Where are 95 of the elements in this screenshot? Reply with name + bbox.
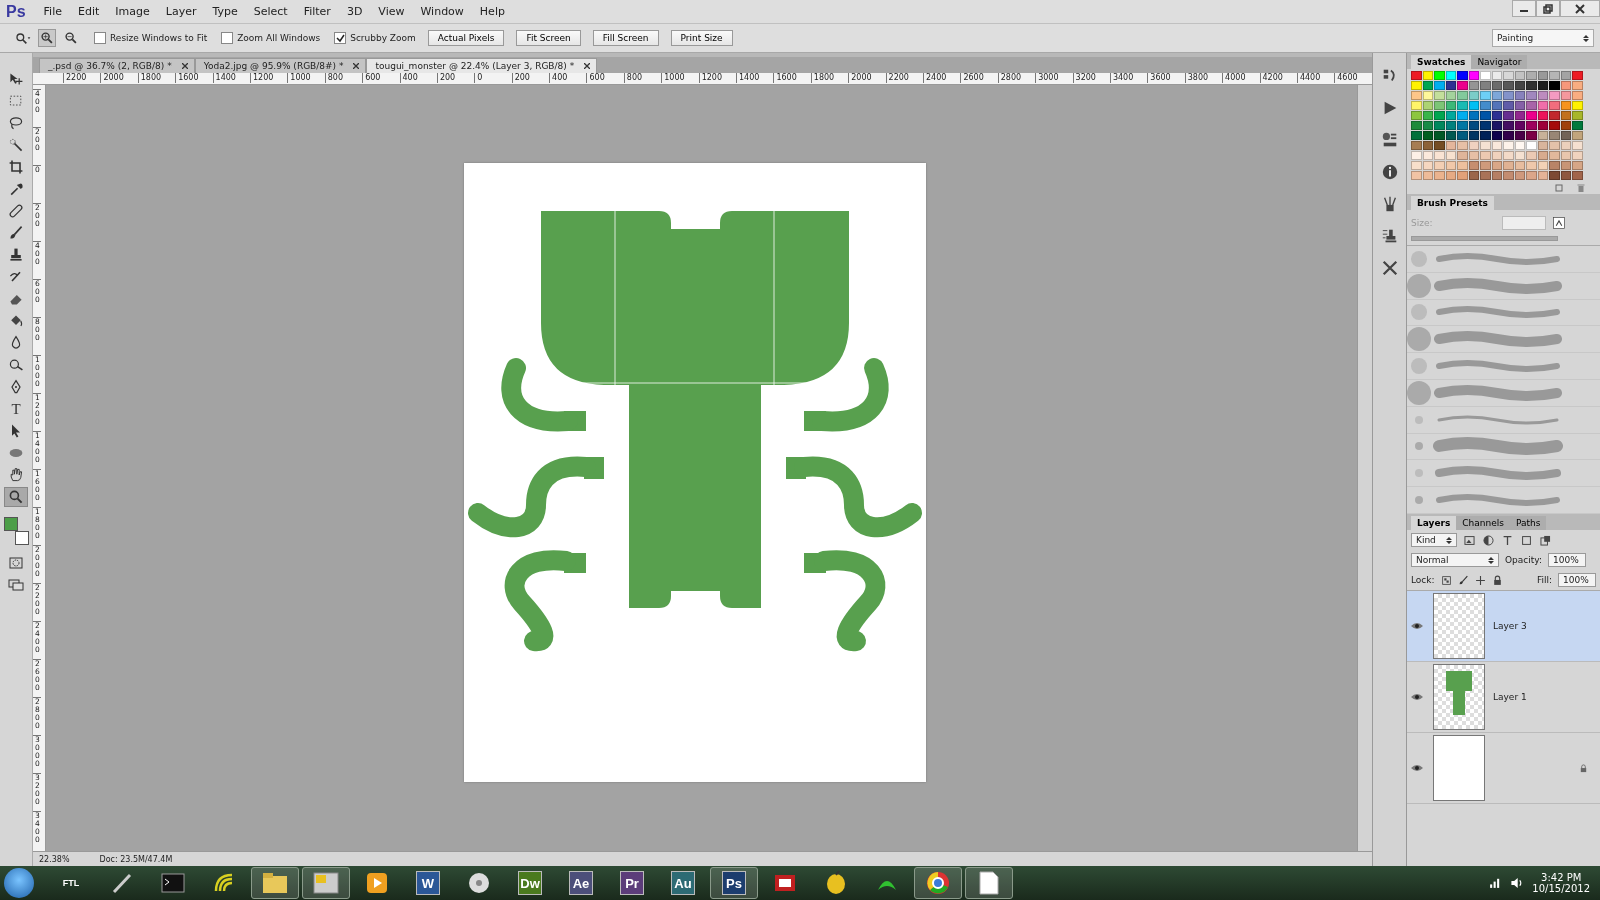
ruler-label: 2800 <box>997 73 1036 83</box>
menu-item[interactable]: File <box>35 5 70 18</box>
type-tool[interactable]: T <box>4 399 28 419</box>
document-tab[interactable]: _.psd @ 36.7% (2, RGB/8) * <box>39 58 195 73</box>
ruler-label: 1200 <box>698 73 737 83</box>
panel-tab[interactable]: Paths <box>1509 516 1547 530</box>
ruler-label: 4600 <box>1334 73 1372 83</box>
option-button[interactable]: Print Size <box>670 30 733 46</box>
taskbar-button[interactable]: W <box>404 867 452 899</box>
ruler-label: 2000 <box>848 73 886 83</box>
panel-tab[interactable]: Layers <box>1411 516 1457 530</box>
ruler-label: 200 <box>436 73 475 83</box>
app-icon[interactable]: Ae <box>569 871 593 895</box>
taskbar-button[interactable]: Ps <box>710 867 758 899</box>
ruler-label: 1600 <box>773 73 811 83</box>
zoom-level[interactable]: 22.38% <box>39 854 70 864</box>
menu-item[interactable]: Filter <box>295 5 339 18</box>
ruler-label: 3000 <box>1035 73 1073 83</box>
ruler-label: 4000 <box>1222 73 1260 83</box>
size-label: Size: <box>1411 218 1434 228</box>
ruler-label: 800 <box>324 73 363 83</box>
ruler-label: 0 <box>474 73 512 83</box>
panel-tab[interactable]: Swatches <box>1411 55 1472 69</box>
menu-item[interactable]: 3D <box>338 5 371 18</box>
ruler-label: 2400 <box>923 73 961 83</box>
taskbar-button[interactable]: Pr <box>608 867 656 899</box>
menu-item[interactable]: Window <box>412 5 472 18</box>
ruler-label: 1600 <box>175 73 213 83</box>
ruler-label: 2200 <box>885 73 923 83</box>
fill-field[interactable]: 100% <box>1558 573 1596 587</box>
clock-time[interactable]: 3:42 PM <box>1532 872 1590 883</box>
checkbox-label: Zoom All Windows <box>237 33 321 43</box>
ruler-label: 200 <box>511 73 550 83</box>
blend-mode-dropdown[interactable]: Normal <box>1411 553 1499 567</box>
ruler-label: 400 <box>549 73 587 83</box>
ruler-label: 1400 <box>212 73 250 83</box>
app-icon[interactable]: Ps <box>722 871 746 895</box>
menu-item[interactable]: Help <box>471 5 513 18</box>
ruler-label: 1200 <box>249 73 288 83</box>
ruler-label: 800 <box>623 73 662 83</box>
panel-tab[interactable]: Channels <box>1456 516 1510 530</box>
panel-tab[interactable]: Navigator <box>1471 55 1528 69</box>
ruler-label: 1000 <box>661 73 699 83</box>
document-size: Doc: 23.5M/47.4M <box>99 854 173 864</box>
app-logo: Ps <box>5 2 27 21</box>
ruler-label: 2200 <box>63 73 101 83</box>
layer-name[interactable]: Layer 1 <box>1493 692 1600 702</box>
checkbox-label: Scrubby Zoom <box>350 33 416 43</box>
taskbar-button[interactable]: Au <box>659 867 707 899</box>
ruler-label: 1400 <box>736 73 774 83</box>
layer-filter-dropdown[interactable]: Kind <box>1411 533 1457 547</box>
workspace-dropdown[interactable]: Painting <box>1492 29 1594 47</box>
menu-item[interactable]: Image <box>107 5 158 18</box>
document-tab[interactable]: Yoda2.jpg @ 95.9% (RGB/8#) * <box>194 58 367 73</box>
menu-item[interactable]: View <box>370 5 413 18</box>
app-icon[interactable]: FTL <box>62 878 80 888</box>
option-button[interactable]: Fill Screen <box>592 30 659 46</box>
menu-item[interactable]: Type <box>204 5 246 18</box>
app-icon[interactable]: Dw <box>518 871 542 895</box>
ruler-label: 400 <box>399 73 437 83</box>
ruler-label: 3600 <box>1147 73 1185 83</box>
taskbar-button[interactable]: Ae <box>557 867 605 899</box>
app-icon[interactable]: Au <box>671 871 695 895</box>
panel-tab[interactable]: Brush Presets <box>1411 196 1494 210</box>
ruler-label: 4200 <box>1259 73 1297 83</box>
taskbar-button[interactable]: Dw <box>506 867 554 899</box>
ruler-label: 1000 <box>287 73 325 83</box>
opacity-field[interactable]: 100% <box>1548 553 1586 567</box>
ruler-label: 2600 <box>960 73 998 83</box>
ruler-label: 1800 <box>137 73 176 83</box>
option-button[interactable]: Fit Screen <box>516 30 581 46</box>
ruler-label: 3800 <box>1184 73 1223 83</box>
ruler-label: 2000 <box>100 73 138 83</box>
document-tab[interactable]: tougui_monster @ 22.4% (Layer 3, RGB/8) * <box>366 58 598 73</box>
ruler-label: 1800 <box>810 73 849 83</box>
ruler-label: 4400 <box>1296 73 1335 83</box>
ruler-label: 3200 <box>1072 73 1110 83</box>
layer-name[interactable]: Layer 3 <box>1493 621 1600 631</box>
fill-label: Fill: <box>1536 575 1552 585</box>
ruler-label: 3400 <box>1109 73 1148 83</box>
menu-item[interactable]: Edit <box>70 5 108 18</box>
ruler-label: 600 <box>362 73 400 83</box>
option-button[interactable]: Actual Pixels <box>427 30 505 46</box>
lock-label: Lock: <box>1411 575 1435 585</box>
menu-item[interactable]: Select <box>245 5 296 18</box>
checkbox-label: Resize Windows to Fit <box>110 33 208 43</box>
menu-item[interactable]: Layer <box>157 5 205 18</box>
layer-row[interactable]: Layer 3 <box>1407 591 1600 662</box>
ruler-label: 600 <box>586 73 624 83</box>
app-icon[interactable]: Pr <box>620 871 644 895</box>
opacity-label: Opacity: <box>1505 555 1542 565</box>
clock-date[interactable]: 10/15/2012 <box>1532 883 1590 894</box>
layer-row[interactable]: Layer 1 <box>1407 662 1600 733</box>
taskbar-button[interactable]: FTL <box>47 867 95 899</box>
app-icon[interactable]: W <box>416 871 440 895</box>
